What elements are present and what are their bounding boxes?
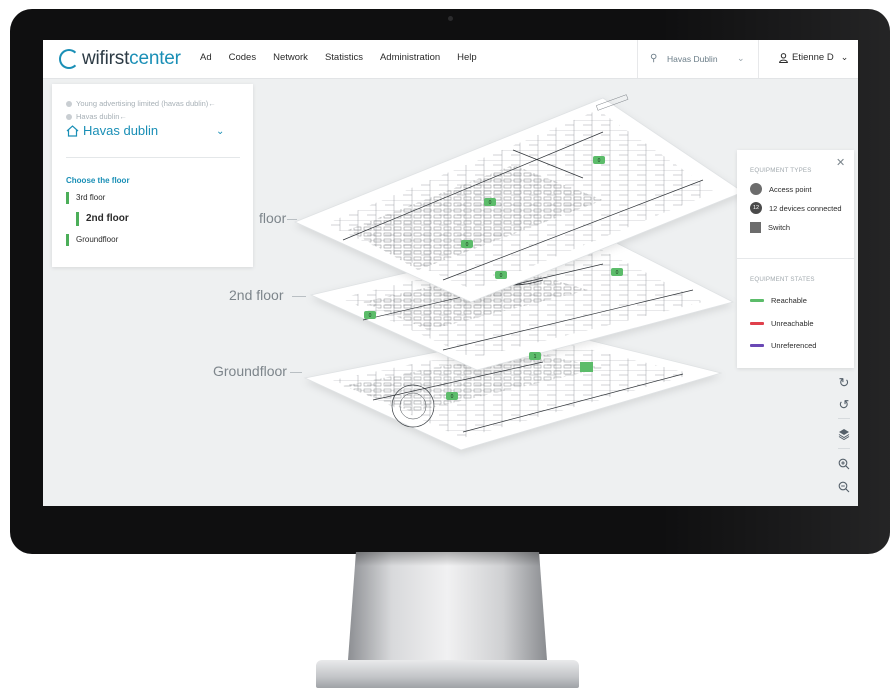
- legend-item-access-point: Access point: [750, 183, 812, 195]
- legend-item-unreferenced: Unreferenced: [750, 341, 816, 350]
- layers-icon[interactable]: [834, 424, 854, 444]
- leader-line: [292, 296, 306, 297]
- legend-item-unreachable: Unreachable: [750, 319, 814, 328]
- zoom-out-icon[interactable]: [834, 477, 854, 497]
- floor-label-2nd: 2nd floor: [229, 287, 284, 303]
- marker-count: 1: [534, 354, 537, 360]
- rotate-right-icon[interactable]: ↻: [834, 373, 854, 393]
- access-point-circle-icon: [750, 183, 762, 195]
- zoom-in-icon[interactable]: [834, 454, 854, 474]
- monitor-stand: [348, 552, 547, 660]
- leader-line: [287, 219, 297, 220]
- monitor-base: [316, 660, 579, 688]
- switch-square-icon: [750, 222, 761, 233]
- legend-item-switch: Switch: [750, 222, 790, 233]
- marker-count: 0: [616, 270, 619, 276]
- legend-label: Switch: [768, 223, 791, 232]
- webcam-icon: [448, 16, 453, 21]
- rotate-left-icon[interactable]: ↺: [834, 395, 854, 415]
- device-count-badge: 12: [750, 202, 762, 214]
- device-markers: 0 0 0 0 0 0 1 0: [364, 156, 623, 400]
- equipment-legend-panel: ✕ EQUIPMENT TYPES Access point 12 12 dev…: [737, 150, 854, 368]
- leader-line: [290, 372, 302, 373]
- divider: [737, 258, 854, 259]
- floor-label-ground: Groundfloor: [213, 363, 287, 379]
- divider: [838, 448, 850, 449]
- marker-count: 0: [489, 200, 492, 206]
- close-icon[interactable]: ✕: [836, 156, 845, 169]
- legend-label: Reachable: [771, 296, 807, 305]
- reachable-swatch: [750, 299, 764, 302]
- marker-count: 0: [500, 273, 503, 279]
- marker-count: 0: [466, 242, 469, 248]
- floor-label-3rd: floor: [259, 210, 287, 226]
- equipment-types-heading: EQUIPMENT TYPES: [750, 167, 812, 174]
- legend-item-reachable: Reachable: [750, 296, 807, 305]
- unreferenced-swatch: [750, 344, 764, 347]
- legend-label: Unreferenced: [771, 341, 817, 350]
- marker-count: 0: [451, 394, 454, 400]
- app-screen: wifirst center Ad Codes Network Statisti…: [43, 40, 858, 506]
- marker-count: 0: [598, 158, 601, 164]
- legend-label: Access point: [769, 184, 812, 194]
- legend-item-devices: 12 12 devices connected: [750, 202, 842, 214]
- marker-count: 0: [369, 313, 372, 319]
- divider: [838, 418, 850, 419]
- equipment-states-heading: EQUIPMENT STATES: [750, 276, 815, 283]
- unreachable-swatch: [750, 322, 764, 325]
- legend-label: 12 devices connected: [769, 203, 842, 213]
- legend-label: Unreachable: [771, 319, 814, 328]
